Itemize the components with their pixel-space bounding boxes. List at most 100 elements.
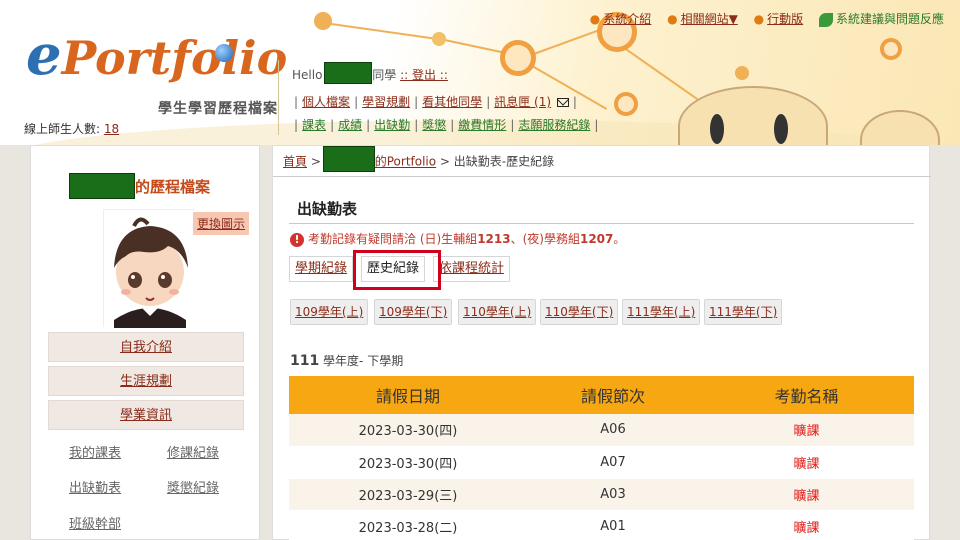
related-sites-link[interactable]: 相關網站▼ <box>681 12 738 26</box>
sidebar-item-career[interactable]: 生涯規劃 <box>48 366 244 396</box>
tab-label[interactable]: 依課程統計 <box>439 261 504 276</box>
feedback-link[interactable]: 系統建議與問題反應 <box>836 12 944 26</box>
redacted-name <box>322 146 375 172</box>
mascot-eye <box>774 114 788 144</box>
site-header: ePortfolio 學生學習歷程檔案 線上師生人數: 18 Hello 同學 … <box>0 0 960 145</box>
nav-payment[interactable]: 繳費情形 <box>458 118 506 132</box>
year-button-110-1[interactable]: 110學年(上) <box>458 299 537 325</box>
system-intro-link[interactable]: 系統介紹 <box>603 12 651 26</box>
table-row: 2023-03-30(四) A07 曠課 <box>289 446 914 479</box>
nav-personal-profile[interactable]: 個人檔案 <box>302 95 350 109</box>
cell-type: 曠課 <box>699 446 914 479</box>
sidebar-link-rewards[interactable]: 獎懲紀錄 <box>167 477 219 496</box>
semester-heading: 111 學年度- 下學期 <box>290 352 403 369</box>
highlight-box <box>353 250 441 290</box>
nav-view-classmates[interactable]: 看其他同學 <box>422 95 482 109</box>
year-button-111-2[interactable]: 111學年(下) <box>704 299 783 325</box>
deco-bubble <box>314 12 332 30</box>
year-button-111-1[interactable]: 111學年(上) <box>622 299 701 325</box>
page-title: 出缺勤表 <box>297 200 358 218</box>
attendance-table: 請假日期 請假節次 考勤名稱 2023-03-30(四) A06 曠課 2023… <box>289 376 914 540</box>
bullet-icon: ● <box>753 12 765 26</box>
sidebar-link-cadre[interactable]: 班級幹部 <box>69 513 121 532</box>
sidebar-item-label[interactable]: 生涯規劃 <box>120 374 172 389</box>
attendance-notice: ! 考勤記錄有疑問請洽 (日)生輔組1213、(夜)學務組1207。 <box>290 230 625 247</box>
sidebar-item-label[interactable]: 學業資訊 <box>120 408 172 423</box>
deco-bubble <box>614 92 638 116</box>
nav-volunteer[interactable]: 志願服務紀錄 <box>518 118 590 132</box>
nav-rewards[interactable]: 獎懲 <box>422 118 446 132</box>
mascot-character <box>678 86 828 145</box>
year-label[interactable]: 110學年(上) <box>463 305 531 319</box>
year-button-109-1[interactable]: 109學年(上) <box>290 299 369 325</box>
nav-timetable[interactable]: 課表 <box>302 118 326 132</box>
year-button-109-2[interactable]: 109學年(下) <box>374 299 453 325</box>
tab-label[interactable]: 學期紀錄 <box>295 261 347 276</box>
year-label[interactable]: 109學年(下) <box>379 305 447 319</box>
nav-grades[interactable]: 成績 <box>338 118 362 132</box>
notice-text: 。 <box>613 232 626 246</box>
breadcrumb-current: > 出缺勤表-歷史紀錄 <box>436 154 555 169</box>
hello-greeting: Hello 同學 :: 登出 :: <box>292 61 448 84</box>
breadcrumb-portfolio[interactable]: 的Portfolio <box>375 155 436 169</box>
mascot-character-2 <box>860 110 940 145</box>
semester-year: 111 <box>290 353 320 369</box>
tab-course-stats[interactable]: 依課程統計 <box>433 256 511 282</box>
breadcrumb: 首頁 > 的Portfolio > 出缺勤表-歷史紀錄 <box>283 146 555 172</box>
hello-suffix: 同學 <box>372 68 397 82</box>
nav-attendance[interactable]: 出缺勤 <box>374 118 410 132</box>
header-period: 請假節次 <box>527 376 699 414</box>
cell-period: A01 <box>527 510 699 540</box>
redacted-name <box>69 172 135 199</box>
breadcrumb-home[interactable]: 首頁 <box>283 155 307 169</box>
deco-bubble <box>735 66 749 80</box>
nav-inbox[interactable]: 訊息匣 (1) <box>494 95 551 109</box>
main-content: 首頁 > 的Portfolio > 出缺勤表-歷史紀錄 出缺勤表 ! 考勤記錄有疑… <box>272 145 931 540</box>
sidebar-title-text: 的歷程檔案 <box>135 178 211 196</box>
year-label[interactable]: 109學年(上) <box>295 305 363 319</box>
table-row: 2023-03-29(三) A03 曠課 <box>289 478 914 511</box>
sidebar-link-courses[interactable]: 修課紀錄 <box>167 442 219 461</box>
logo-text: Portfolio <box>61 31 288 85</box>
nav-learning-plan[interactable]: 學習規劃 <box>362 95 410 109</box>
cell-date: 2023-03-28(二) <box>289 510 527 540</box>
online-count: 線上師生人數: 18 <box>24 120 119 137</box>
deco-bubble <box>432 32 446 46</box>
logout-link[interactable]: :: 登出 :: <box>400 68 448 82</box>
top-nav: ● 系統介紹 ● 相關網站▼ ● 行動版 系統建議與問題反應 <box>578 10 944 27</box>
hello-prefix: Hello <box>292 68 323 82</box>
feedback-leaf-icon <box>818 12 833 27</box>
nav-row-1: | 個人檔案 | 學習規劃 | 看其他同學 | 訊息匣 (1) | <box>294 95 577 109</box>
sidebar-item-intro[interactable]: 自我介紹 <box>48 332 244 362</box>
alert-icon: ! <box>290 232 304 247</box>
year-label[interactable]: 110學年(下) <box>545 305 613 319</box>
header-type: 考勤名稱 <box>699 376 914 414</box>
tab-semester-record[interactable]: 學期紀錄 <box>289 256 354 282</box>
cell-type: 曠課 <box>699 510 914 540</box>
eportfolio-logo[interactable]: ePortfolio <box>26 22 287 88</box>
breadcrumb-divider <box>273 176 931 177</box>
year-button-110-2[interactable]: 110學年(下) <box>540 299 619 325</box>
change-avatar-button[interactable]: 更換圖示 <box>193 212 250 235</box>
cell-period: A03 <box>527 478 699 511</box>
sidebar-item-academic[interactable]: 學業資訊 <box>48 400 244 430</box>
left-sidebar: 的歷程檔案 更換圖示 自我介紹 生涯規劃 學業資訊 我的課表 修課紀錄 出缺勤表… <box>30 145 260 540</box>
mobile-version-link[interactable]: 行動版 <box>767 12 803 26</box>
online-count-link[interactable]: 18 <box>104 122 119 136</box>
year-label[interactable]: 111學年(下) <box>709 305 777 319</box>
sidebar-link-timetable[interactable]: 我的課表 <box>69 442 121 461</box>
avatar <box>103 209 196 328</box>
table-row: 2023-03-28(二) A01 曠課 <box>289 510 914 540</box>
mail-icon[interactable] <box>557 98 570 107</box>
sidebar-link-attendance[interactable]: 出缺勤表 <box>69 477 121 496</box>
sidebar-item-label[interactable]: 自我介紹 <box>120 340 172 355</box>
bullet-icon: ● <box>589 12 601 26</box>
year-label[interactable]: 111學年(上) <box>627 305 695 319</box>
logo-dot-icon <box>215 44 233 62</box>
mascot-eye <box>710 114 724 144</box>
cell-date: 2023-03-30(四) <box>289 414 527 447</box>
bullet-icon: ● <box>667 12 678 26</box>
notice-ext-night: 1207 <box>579 232 614 246</box>
logo-e: e <box>26 22 62 88</box>
title-divider <box>289 223 914 224</box>
